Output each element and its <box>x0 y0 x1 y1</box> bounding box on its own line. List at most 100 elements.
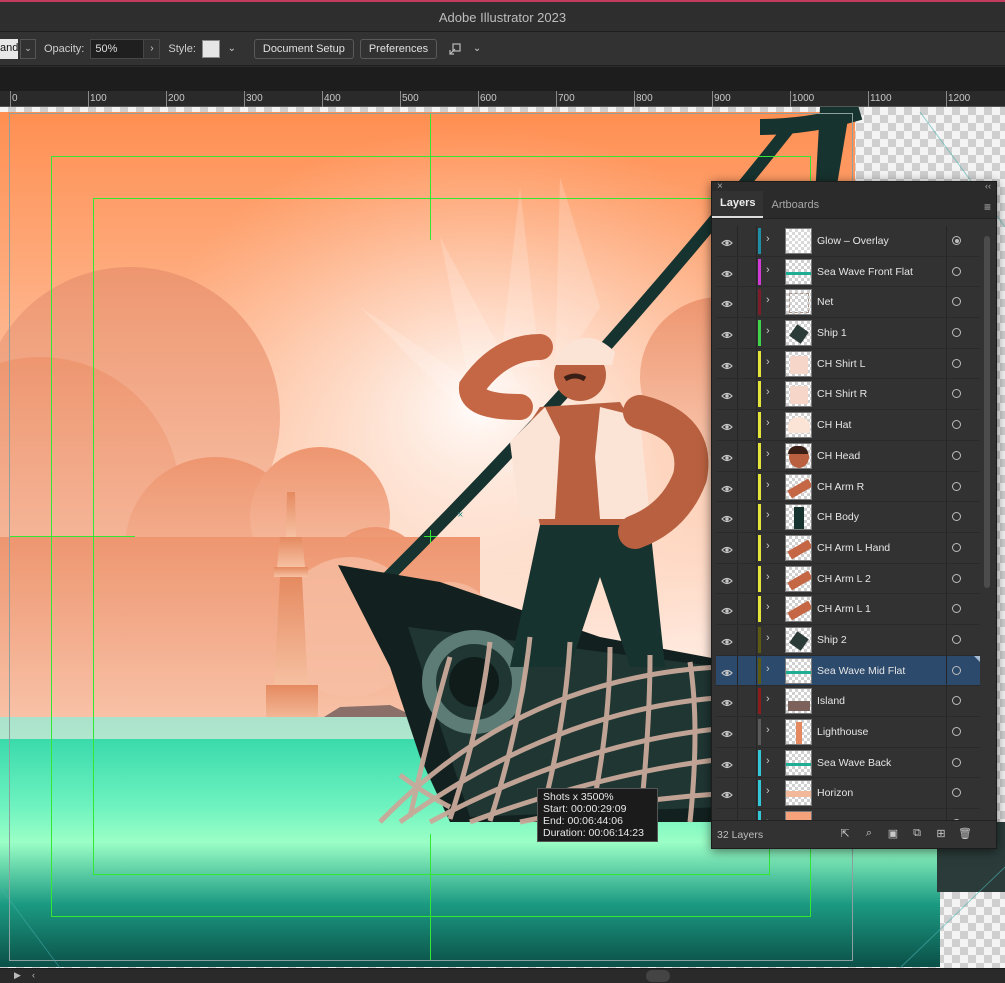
target-icon[interactable] <box>952 297 961 307</box>
target-icon[interactable] <box>952 512 961 522</box>
layer-row[interactable]: › Lighthouse <box>716 717 980 748</box>
layer-name[interactable]: CH Arm L 1 <box>817 603 871 615</box>
target-icon[interactable] <box>952 266 961 276</box>
eye-icon[interactable] <box>721 695 733 707</box>
target-icon[interactable] <box>952 481 961 491</box>
lock-toggle[interactable] <box>738 778 756 808</box>
eye-icon[interactable] <box>721 450 733 461</box>
chevron-right-icon[interactable]: › <box>766 571 770 583</box>
lock-toggle[interactable] <box>738 594 756 624</box>
layer-row[interactable]: › Ship 2 <box>716 624 980 656</box>
layer-name[interactable]: CH Head <box>817 450 860 462</box>
layer-name[interactable]: Glow – Overlay <box>817 235 889 247</box>
eye-icon[interactable] <box>721 665 733 676</box>
layer-row[interactable]: › CH Arm L Hand <box>716 532 980 564</box>
layer-row[interactable]: › Sea Wave Back <box>716 747 980 779</box>
layer-name[interactable]: CH Arm L 2 <box>817 573 871 585</box>
style-swatch[interactable] <box>201 39 220 58</box>
layer-row[interactable]: › CH Arm L 2 <box>716 563 980 595</box>
layer-row[interactable]: › Island <box>716 686 980 717</box>
chevron-right-icon[interactable]: › <box>766 540 770 552</box>
target-icon[interactable] <box>952 389 961 399</box>
lock-toggle[interactable] <box>738 625 756 655</box>
lock-toggle[interactable] <box>738 441 756 471</box>
scroll-knob[interactable] <box>646 970 670 982</box>
chevron-right-icon[interactable]: › <box>766 509 770 521</box>
opacity-input[interactable]: 50% <box>90 38 145 59</box>
layer-row[interactable]: › CH Shirt R <box>716 379 980 411</box>
tab-layers[interactable]: Layers <box>712 191 764 218</box>
layer-name[interactable]: Sea Wave Back <box>817 757 891 769</box>
layer-row[interactable]: › Horizon <box>716 778 980 810</box>
target-icon[interactable] <box>952 696 961 706</box>
chevron-right-icon[interactable]: › <box>766 479 770 491</box>
layer-name[interactable]: CH Arm L Hand <box>817 542 890 554</box>
lock-toggle[interactable] <box>738 656 756 686</box>
layer-name[interactable]: Lighthouse <box>817 726 868 738</box>
target-icon[interactable] <box>952 604 961 614</box>
target-icon[interactable] <box>952 665 961 675</box>
eye-icon[interactable] <box>721 358 733 369</box>
chevron-right-icon[interactable]: › <box>766 325 770 337</box>
eye-icon[interactable] <box>721 296 733 308</box>
layer-name[interactable]: CH Arm R <box>817 481 864 493</box>
target-icon[interactable] <box>952 450 961 460</box>
target-icon[interactable] <box>952 542 961 552</box>
chevron-right-icon[interactable]: › <box>766 233 770 245</box>
layer-scrollbar[interactable] <box>983 226 991 822</box>
target-icon[interactable] <box>952 573 961 583</box>
chevron-right-icon[interactable]: › <box>766 755 770 767</box>
layer-name[interactable]: CH Shirt R <box>817 388 867 400</box>
chevron-left-icon[interactable]: ‹ <box>32 970 35 980</box>
chevron-down-icon[interactable]: ⌄ <box>469 39 485 59</box>
horizontal-ruler[interactable]: 0 100 200 300 400 500 600 700 800 900 10… <box>0 91 1005 107</box>
chevron-right-icon[interactable]: › <box>766 724 770 736</box>
lock-toggle[interactable] <box>738 257 756 287</box>
layer-name[interactable]: Ship 1 <box>817 327 847 339</box>
chevron-right-icon[interactable]: › <box>766 386 770 398</box>
layer-name[interactable]: Sea Wave Front Flat <box>817 266 913 278</box>
target-icon[interactable] <box>952 757 961 767</box>
layer-name[interactable]: CH Shirt L <box>817 358 865 370</box>
target-icon[interactable] <box>952 358 961 368</box>
layer-name[interactable]: Net <box>817 296 833 308</box>
eye-icon[interactable] <box>721 542 733 553</box>
chevron-down-icon[interactable]: ⌄ <box>224 39 240 59</box>
lock-toggle[interactable] <box>738 533 756 563</box>
chevron-right-icon[interactable]: › <box>144 38 161 59</box>
panel-menu-icon[interactable]: ≡ <box>984 200 991 214</box>
layer-row[interactable]: › CH Hat <box>716 410 980 441</box>
layer-name[interactable]: Ship 2 <box>817 634 847 646</box>
mode-chip[interactable]: and <box>0 38 18 59</box>
layer-row[interactable]: › Ship 1 <box>716 318 980 349</box>
clipping-mask-icon[interactable]: ▣ <box>886 827 900 841</box>
chevron-right-icon[interactable]: › <box>766 448 770 460</box>
eye-icon[interactable] <box>721 419 733 431</box>
layer-row[interactable]: › CH Arm R <box>716 471 980 503</box>
eye-icon[interactable] <box>721 603 733 615</box>
lock-toggle[interactable] <box>738 686 756 716</box>
lock-toggle[interactable] <box>738 410 756 440</box>
chevron-right-icon[interactable]: › <box>766 294 770 306</box>
eye-icon[interactable] <box>721 573 733 584</box>
chevron-right-icon[interactable]: › <box>766 785 770 797</box>
eye-icon[interactable] <box>721 634 733 646</box>
layer-row[interactable]: › Net <box>716 287 980 319</box>
eye-icon[interactable] <box>721 266 733 277</box>
target-icon[interactable] <box>952 788 961 798</box>
chevron-right-icon[interactable]: › <box>766 601 770 613</box>
layer-name[interactable]: Island <box>817 695 845 707</box>
eye-icon[interactable] <box>721 787 733 799</box>
layer-row[interactable]: › Glow – Overlay <box>716 226 980 257</box>
lock-toggle[interactable] <box>738 748 756 778</box>
chevron-right-icon[interactable]: › <box>766 663 770 675</box>
chevron-right-icon[interactable]: › <box>766 693 770 705</box>
eye-icon[interactable] <box>721 726 733 738</box>
search-icon[interactable]: ⌕ <box>862 827 876 841</box>
lock-toggle[interactable] <box>738 717 756 747</box>
new-sublayer-icon[interactable]: ⧉ <box>910 827 924 841</box>
export-icon[interactable]: ⇱ <box>838 827 852 841</box>
eye-icon[interactable] <box>721 481 733 492</box>
layer-name[interactable]: CH Body <box>817 511 859 523</box>
layer-row[interactable]: › Sea Wave Front Flat <box>716 256 980 288</box>
